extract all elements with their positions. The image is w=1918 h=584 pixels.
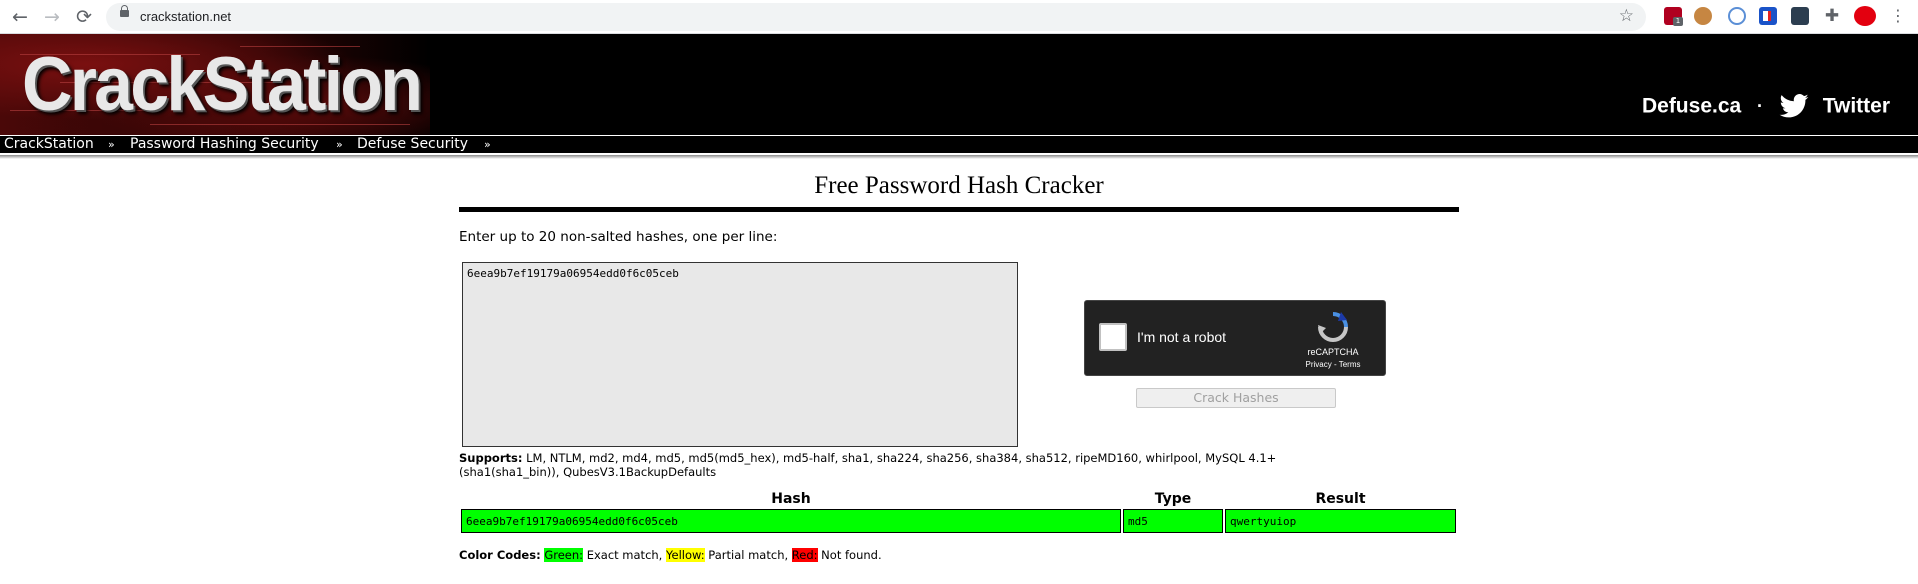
red-code: Red: [791, 548, 818, 562]
defuse-link[interactable]: Defuse.ca [1642, 94, 1741, 117]
result-type-cell: md5 [1123, 509, 1223, 533]
column-header-result: Result [1315, 491, 1366, 507]
column-header-type: Type [1154, 491, 1192, 507]
site-menu-bar: CrackStation » Password Hashing Security… [0, 135, 1918, 155]
site-banner: CrackStation Defuse.ca · Twitter [0, 34, 1918, 135]
chevron-down-icon[interactable]: » [108, 136, 115, 153]
browser-toolbar: ← → ⟳ crackstation.net ☆ 1 ✚ ⋮ [0, 0, 1918, 34]
crackstation-logo[interactable]: CrackStation [22, 44, 423, 126]
browser-menu-icon[interactable]: ⋮ [1890, 6, 1906, 26]
menu-item-defuse-security[interactable]: Defuse Security [357, 136, 468, 153]
twitter-link[interactable]: Twitter [1823, 94, 1890, 117]
bookmark-extension-icon[interactable] [1759, 7, 1777, 25]
menu-item-password-hashing-security[interactable]: Password Hashing Security [130, 136, 319, 153]
supports-label: Supports: [459, 451, 523, 465]
social-links: Defuse.ca · Twitter [1642, 94, 1890, 118]
crack-hashes-button[interactable]: Crack Hashes [1136, 388, 1336, 408]
color-codes-label: Color Codes: [459, 548, 541, 562]
profile-avatar-icon[interactable] [1854, 6, 1876, 26]
supported-algorithms: Supports: LM, NTLM, md2, md4, md5, md5(m… [459, 451, 1339, 479]
recaptcha-checkbox[interactable] [1099, 323, 1127, 351]
green-code: Green: [544, 548, 584, 562]
yellow-code: Yellow: [666, 548, 705, 562]
recaptcha-label: I'm not a robot [1137, 329, 1227, 345]
hash-input[interactable]: 6eea9b7ef19179a06954edd0f6c05ceb [462, 262, 1018, 447]
chevron-down-icon[interactable]: » [336, 136, 343, 153]
url-text[interactable]: crackstation.net [140, 9, 231, 24]
menu-item-crackstation[interactable]: CrackStation [4, 136, 94, 153]
back-arrow-icon[interactable]: ← [8, 5, 32, 29]
extension-badge: 1 [1673, 17, 1683, 26]
lock-icon[interactable] [120, 5, 129, 17]
bookmark-star-icon[interactable]: ☆ [1619, 6, 1634, 26]
extensions-puzzle-icon[interactable]: ✚ [1823, 7, 1841, 25]
reload-icon[interactable]: ⟳ [72, 5, 96, 29]
red-desc: Not found. [817, 548, 882, 562]
result-password-cell: qwertyuiop [1225, 509, 1456, 533]
column-header-hash: Hash [771, 491, 811, 507]
menu-bar-shadow [0, 155, 1918, 159]
page-title: Free Password Hash Cracker [814, 172, 1104, 199]
address-bar[interactable]: crackstation.net ☆ [106, 3, 1646, 31]
globe-extension-icon[interactable] [1728, 7, 1746, 25]
yellow-desc: Partial match, [704, 548, 792, 562]
separator: · [1757, 95, 1764, 116]
recaptcha-brand: reCAPTCHA [1307, 347, 1359, 357]
results-table: Hash Type Result 6eea9b7ef19179a06954edd… [459, 489, 1458, 535]
instructions-text: Enter up to 20 non-salted hashes, one pe… [459, 229, 778, 245]
green-desc: Exact match, [583, 548, 666, 562]
chevron-down-icon[interactable]: » [484, 136, 491, 153]
color-codes-legend: Color Codes: Green: Exact match, Yellow:… [459, 548, 882, 562]
media-extension-icon[interactable] [1791, 7, 1809, 25]
result-hash-cell: 6eea9b7ef19179a06954edd0f6c05ceb [461, 509, 1121, 533]
twitter-bird-icon[interactable] [1779, 94, 1809, 118]
title-divider [459, 207, 1459, 212]
recaptcha-privacy-terms[interactable]: Privacy - Terms [1297, 360, 1369, 369]
recaptcha-logo-icon [1318, 312, 1348, 342]
cookie-extension-icon[interactable] [1694, 7, 1712, 25]
table-row: 6eea9b7ef19179a06954edd0f6c05ceb md5 qwe… [461, 509, 1456, 533]
forward-arrow-icon[interactable]: → [40, 5, 64, 29]
recaptcha-widget: I'm not a robot reCAPTCHA Privacy - Term… [1084, 300, 1386, 376]
ublock-extension-icon[interactable]: 1 [1664, 7, 1683, 26]
supports-list: LM, NTLM, md2, md4, md5, md5(md5_hex), m… [459, 451, 1277, 479]
